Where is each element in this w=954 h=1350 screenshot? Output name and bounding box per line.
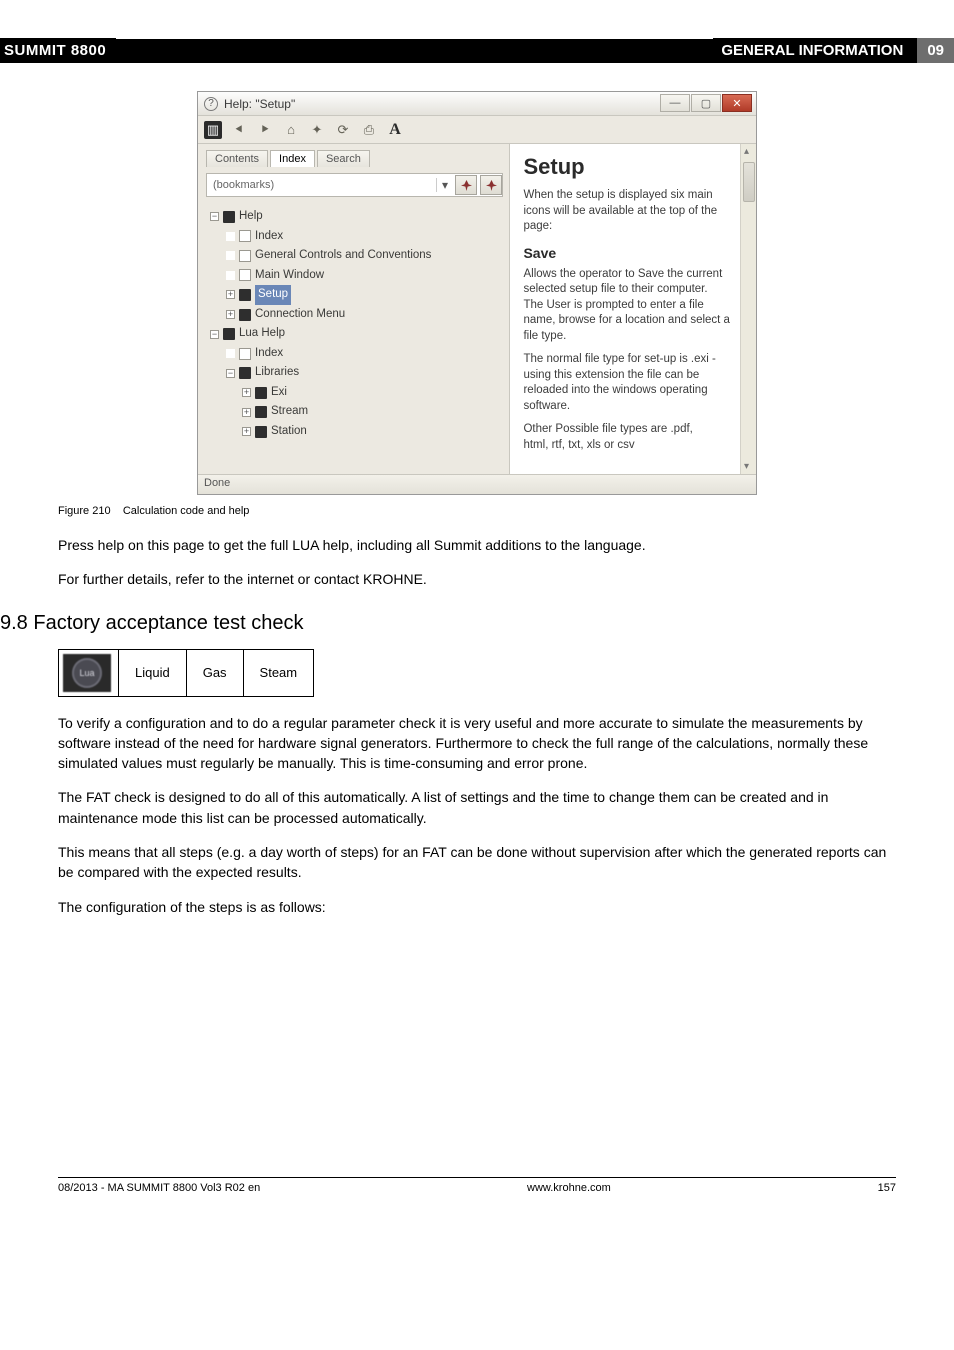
tree-index[interactable]: Index — [255, 227, 283, 247]
help-window: ? Help: "Setup" — ▢ ✕ ▥ ⯇ ⯈ ⌂ ✦ ⟳ ⎙ A — [197, 91, 757, 495]
bookmarks-row: (bookmarks) ▾ — [206, 173, 503, 197]
book-icon — [239, 289, 251, 301]
tree-gcc[interactable]: General Controls and Conventions — [255, 246, 431, 266]
forward-icon[interactable]: ⯈ — [256, 121, 274, 139]
tab-search[interactable]: Search — [317, 150, 370, 167]
footer-center: www.krohne.com — [527, 1182, 611, 1194]
tab-contents[interactable]: Contents — [206, 150, 268, 167]
help-screenshot: ? Help: "Setup" — ▢ ✕ ▥ ⯇ ⯈ ⌂ ✦ ⟳ ⎙ A — [58, 91, 896, 495]
footer-left: 08/2013 - MA SUMMIT 8800 Vol3 R02 en — [58, 1182, 260, 1194]
book-icon — [223, 211, 235, 223]
scrollbar[interactable] — [740, 144, 756, 474]
product-name: SUMMIT 8800 — [0, 38, 116, 63]
figure-caption-text: Calculation code and help — [123, 505, 250, 517]
further-details-paragraph: For further details, refer to the intern… — [58, 569, 896, 589]
minimize-button[interactable]: — — [660, 94, 690, 112]
scrollbar-thumb[interactable] — [743, 162, 755, 202]
tree-lua-help[interactable]: Lua Help — [239, 324, 285, 344]
help-window-title: Help: "Setup" — [224, 97, 295, 111]
fat-para-3: This means that all steps (e.g. a day wo… — [58, 842, 896, 883]
book-icon — [255, 387, 267, 399]
pin-button-2[interactable] — [480, 175, 502, 195]
section-name: GENERAL INFORMATION — [713, 38, 911, 63]
help-para-4: Other Possible file types are .pdf, — [523, 422, 744, 438]
fat-para-4: The configuration of the steps is as fol… — [58, 897, 896, 917]
refresh-icon[interactable]: ⟳ — [334, 121, 352, 139]
chapter-number: 09 — [917, 38, 954, 63]
help-subheading: Save — [523, 245, 744, 261]
hide-nav-icon[interactable]: ▥ — [204, 121, 222, 139]
back-icon[interactable]: ⯇ — [230, 121, 248, 139]
tree-main-window[interactable]: Main Window — [255, 266, 324, 286]
page-icon — [239, 250, 251, 262]
help-nav-panel: Contents Index Search (bookmarks) ▾ −Hel… — [198, 144, 510, 474]
section-heading: 9.8 Factory acceptance test check — [0, 612, 954, 635]
tree-exi[interactable]: Exi — [271, 383, 287, 403]
header-divider — [116, 39, 713, 63]
tree-station[interactable]: Station — [271, 422, 307, 442]
figure-number: Figure 210 — [58, 505, 111, 517]
book-icon — [223, 328, 235, 340]
help-titlebar: ? Help: "Setup" — ▢ ✕ — [198, 92, 756, 116]
book-icon — [239, 367, 251, 379]
footer-right: 157 — [878, 1182, 896, 1194]
help-tabs: Contents Index Search — [206, 150, 503, 167]
book-icon — [255, 426, 267, 438]
maximize-button[interactable]: ▢ — [691, 94, 721, 112]
help-content-panel: Setup When the setup is displayed six ma… — [510, 144, 756, 474]
col-steam: Steam — [243, 649, 314, 696]
tree-libraries[interactable]: Libraries — [255, 363, 299, 383]
tree-stream[interactable]: Stream — [271, 402, 308, 422]
tab-index[interactable]: Index — [270, 150, 315, 167]
press-help-paragraph: Press help on this page to get the full … — [58, 535, 896, 555]
pin-button-1[interactable] — [455, 175, 477, 195]
fat-para-2: The FAT check is designed to do all of t… — [58, 787, 896, 828]
help-toolbar: ▥ ⯇ ⯈ ⌂ ✦ ⟳ ⎙ A — [198, 116, 756, 144]
book-icon — [239, 309, 251, 321]
help-heading: Setup — [523, 154, 744, 180]
tree-help[interactable]: Help — [239, 207, 263, 227]
font-size-button[interactable]: A — [386, 121, 404, 139]
fat-para-1: To verify a configuration and to do a re… — [58, 713, 896, 774]
lua-icon: Lua — [63, 654, 111, 692]
print-icon[interactable]: ⎙ — [360, 121, 378, 139]
home-icon[interactable]: ⌂ — [282, 121, 300, 139]
col-gas: Gas — [186, 649, 243, 696]
page-icon — [239, 348, 251, 360]
page-icon — [239, 269, 251, 281]
help-title-icon: ? — [204, 97, 218, 111]
help-status-bar: Done — [198, 474, 756, 494]
tree-lua-index[interactable]: Index — [255, 344, 283, 364]
applicability-table: Lua Liquid Gas Steam — [58, 649, 314, 697]
help-para-2: Allows the operator to Save the current … — [523, 267, 744, 345]
lua-icon-cell: Lua — [59, 649, 119, 696]
bookmarks-dropdown-icon[interactable]: ▾ — [436, 178, 452, 192]
page-footer: 08/2013 - MA SUMMIT 8800 Vol3 R02 en www… — [58, 1177, 896, 1194]
page-icon — [239, 230, 251, 242]
close-button[interactable]: ✕ — [722, 94, 752, 112]
tree-connection-menu[interactable]: Connection Menu — [255, 305, 345, 325]
page-header: SUMMIT 8800 GENERAL INFORMATION 09 — [0, 38, 954, 63]
figure-caption: Figure 210 Calculation code and help — [58, 505, 896, 517]
window-controls: — ▢ ✕ — [659, 94, 752, 112]
help-para-3: The normal file type for set-up is .exi … — [523, 352, 744, 414]
tree-setup[interactable]: Setup — [255, 285, 291, 305]
section-name-wrap: GENERAL INFORMATION 09 — [713, 38, 954, 63]
sync-icon[interactable]: ✦ — [308, 121, 326, 139]
help-para-5: html, rtf, txt, xls or csv — [523, 438, 744, 454]
book-icon — [255, 406, 267, 418]
bookmarks-field[interactable]: (bookmarks) — [207, 177, 436, 193]
col-liquid: Liquid — [119, 649, 187, 696]
help-tree[interactable]: −Help Index General Controls and Convent… — [206, 207, 503, 442]
help-para-1: When the setup is displayed six main ico… — [523, 188, 744, 235]
lua-icon-label: Lua — [72, 658, 102, 688]
